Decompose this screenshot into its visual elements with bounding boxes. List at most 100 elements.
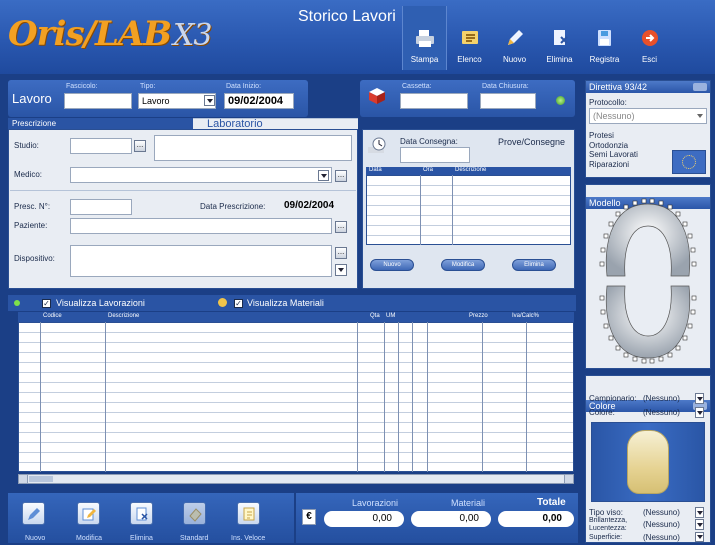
brillantezza-dropdown-arrow[interactable] xyxy=(695,519,704,530)
data-prescrizione-value[interactable]: 09/02/2004 xyxy=(284,200,334,211)
lavorazioni-total-value: 0,00 xyxy=(324,511,404,527)
direttiva-item-semi-lavorati: Semi Lavorati xyxy=(589,150,638,159)
direttiva-item-riparazioni: Riparazioni xyxy=(589,160,630,169)
studio-name-input[interactable] xyxy=(154,135,352,161)
brillantezza-label: Brillantezza, xyxy=(589,517,628,524)
paziente-browse-button[interactable]: ... xyxy=(335,221,347,233)
lavorazioni-total-label: Lavorazioni xyxy=(352,498,399,508)
lav-standard-label: Standard xyxy=(180,535,209,542)
paziente-input[interactable] xyxy=(70,218,332,234)
visualizza-lavorazioni-label: Visualizza Lavorazioni xyxy=(56,298,145,308)
horizontal-scrollbar[interactable] xyxy=(18,474,574,484)
data-consegna-label: Data Consegna: xyxy=(400,137,458,146)
lav-elimina-button[interactable] xyxy=(130,502,153,525)
scroll-left-arrow[interactable] xyxy=(19,475,28,483)
brillantezza-value[interactable]: (Nessuno) xyxy=(643,520,680,529)
tab-prescrizione[interactable]: Prescrizione xyxy=(8,118,193,129)
delete-icon xyxy=(553,30,568,45)
medico-select[interactable] xyxy=(70,167,332,183)
studio-browse-button[interactable]: ... xyxy=(134,140,146,152)
studio-label: Studio: xyxy=(14,141,39,150)
campionario-value[interactable]: (Nessuno) xyxy=(643,394,680,403)
collapse-control[interactable] xyxy=(693,83,707,91)
colore-value[interactable]: (Nessuno) xyxy=(643,408,680,417)
tipo-viso-label: Tipo viso: xyxy=(589,508,623,517)
superficie-dropdown-arrow[interactable] xyxy=(695,532,704,542)
elenco-button[interactable]: Elenco xyxy=(447,6,492,70)
nuovo-button[interactable]: Nuovo xyxy=(492,6,537,70)
registra-label: Registra xyxy=(589,55,620,64)
campionario-label: Campionario: xyxy=(589,394,637,403)
currency-badge: € xyxy=(302,509,316,525)
medico-browse-button[interactable]: ... xyxy=(335,170,347,182)
col-divider xyxy=(452,175,453,245)
app-logo: Oris/LABX3 xyxy=(8,14,213,54)
lav-ins-veloce-button[interactable] xyxy=(237,502,260,525)
scroll-thumb[interactable] xyxy=(29,476,53,482)
lav-modifica-label: Modifica xyxy=(76,535,103,542)
superficie-value[interactable]: (Nessuno) xyxy=(643,533,680,542)
campionario-dropdown-arrow[interactable] xyxy=(695,393,704,404)
col-divider xyxy=(40,322,41,472)
separator xyxy=(10,190,356,191)
tab-laboratorio[interactable]: Laboratorio xyxy=(193,118,358,130)
direttiva-title: Direttiva 93/42 xyxy=(589,82,648,92)
consegna-elimina-button[interactable]: Elimina xyxy=(512,259,556,271)
esci-button[interactable]: Esci xyxy=(627,6,672,70)
totale-value: 0,00 xyxy=(498,511,574,527)
dispositivo-browse-button[interactable]: ... xyxy=(335,247,347,259)
col-divider xyxy=(384,322,385,472)
save-icon xyxy=(597,30,611,46)
lav-standard-button[interactable] xyxy=(183,502,206,525)
data-consegna-input[interactable] xyxy=(400,147,470,163)
data-chiusura-input[interactable] xyxy=(480,93,536,109)
direttiva-header: Direttiva 93/42 xyxy=(586,81,710,93)
protocollo-dropdown-icon[interactable] xyxy=(697,114,703,118)
dispositivo-dropdown-arrow[interactable] xyxy=(335,264,347,276)
window-title: Storico Lavori xyxy=(298,8,396,25)
lav-modifica-button[interactable] xyxy=(77,502,100,525)
status-dot-icon xyxy=(556,96,565,105)
presc-n-input[interactable] xyxy=(70,199,132,215)
dental-arch-diagram[interactable] xyxy=(595,198,701,364)
colore-dropdown-arrow[interactable] xyxy=(695,407,704,418)
lav-elimina-label: Elimina xyxy=(130,535,153,542)
medico-dropdown-arrow[interactable] xyxy=(318,170,329,181)
tab-prescrizione-label: Prescrizione xyxy=(12,119,57,128)
printer-icon xyxy=(415,30,434,47)
col-descrizione: Descrizione xyxy=(455,167,487,173)
cassetta-label: Cassetta: xyxy=(402,83,432,90)
studio-code-input[interactable] xyxy=(70,138,132,154)
consegne-table-body[interactable] xyxy=(366,175,571,245)
elimina-button[interactable]: Elimina xyxy=(537,6,582,70)
cassetta-input[interactable] xyxy=(400,93,468,109)
tooth-icon xyxy=(627,430,669,494)
tipo-label: Tipo: xyxy=(140,83,156,90)
elimina-label: Elimina xyxy=(546,55,573,64)
lav-nuovo-button[interactable] xyxy=(22,502,45,525)
tipo-viso-dropdown-arrow[interactable] xyxy=(695,507,704,518)
clock-icon xyxy=(368,137,386,153)
presc-n-label: Presc. N°: xyxy=(14,202,51,211)
data-prescrizione-label: Data Prescrizione: xyxy=(200,202,266,211)
visualizza-lavorazioni-checkbox[interactable]: ✓ xyxy=(42,299,51,308)
nuovo-label: Nuovo xyxy=(502,55,527,64)
fascicolo-input[interactable] xyxy=(64,93,132,109)
dispositivo-input[interactable] xyxy=(70,245,332,277)
stampa-button[interactable]: Stampa xyxy=(402,6,447,70)
lavorazioni-table-body[interactable] xyxy=(18,322,574,472)
protocollo-label: Protocollo: xyxy=(589,98,627,107)
tipo-viso-value[interactable]: (Nessuno) xyxy=(643,508,680,517)
tipo-dropdown-arrow[interactable] xyxy=(204,95,215,106)
col-codice: Codice xyxy=(43,313,62,319)
col-um: UM xyxy=(386,313,396,319)
consegna-modifica-button[interactable]: Modifica xyxy=(441,259,485,271)
data-inizio-input[interactable]: 09/02/2004 xyxy=(224,93,294,109)
col-ora: Ora xyxy=(423,167,434,173)
protocollo-select[interactable]: (Nessuno) xyxy=(589,108,707,124)
consegna-nuovo-button[interactable]: Nuovo xyxy=(370,259,414,271)
materiali-gear-icon xyxy=(218,298,227,307)
registra-button[interactable]: Registra xyxy=(582,6,627,70)
scroll-right-arrow[interactable] xyxy=(564,475,573,483)
visualizza-materiali-checkbox[interactable]: ✓ xyxy=(234,299,243,308)
